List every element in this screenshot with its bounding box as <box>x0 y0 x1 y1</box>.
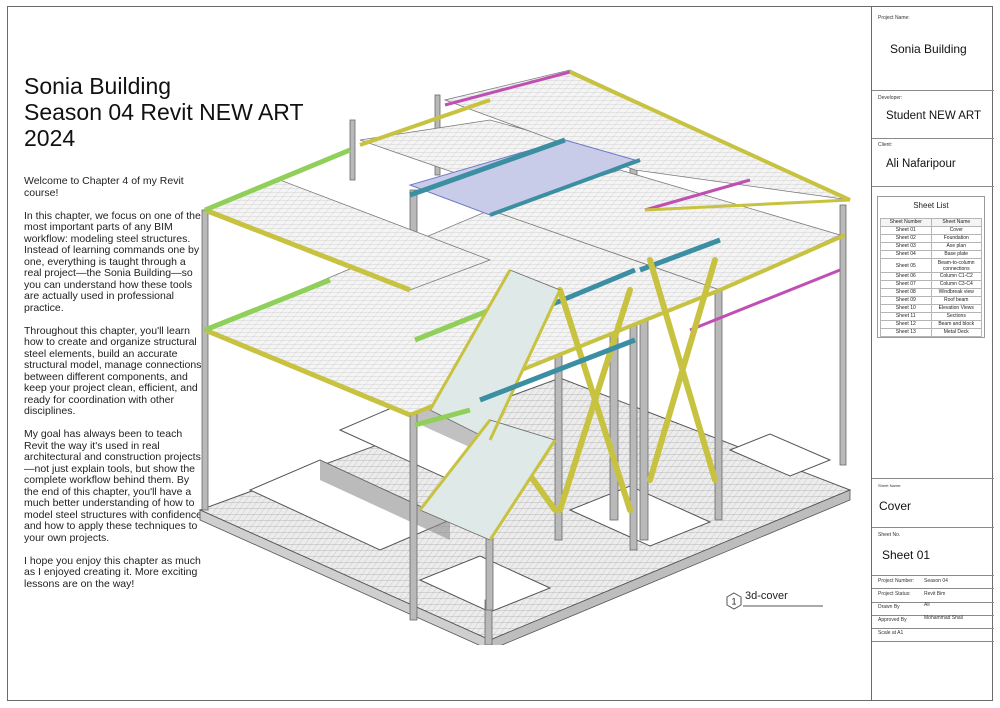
divider <box>872 628 994 629</box>
view-tag[interactable]: 1 3d-cover <box>726 590 823 615</box>
sheet-number: Sheet 12 <box>880 320 932 329</box>
paragraph: I hope you enjoy this chapter as much as… <box>24 554 201 590</box>
divider <box>872 478 994 479</box>
sheet-no: Sheet 01 <box>882 548 931 562</box>
field-value: Mohammad Shali <box>924 615 963 621</box>
table-row: Sheet 11 Sections <box>880 312 982 321</box>
table-row: Sheet 10 Elevation Views <box>880 304 982 313</box>
sheet-title: Base plate <box>930 250 982 259</box>
sheet-name: Cover <box>879 499 912 513</box>
sheet-list-title: Sheet List <box>913 201 949 210</box>
sheet-title: Foundation <box>930 234 982 243</box>
table-row: Sheet 06 Column C1-C2 <box>880 272 982 281</box>
sheet-number: Sheet 10 <box>880 304 932 313</box>
table-row: Sheet 12 Beam and block <box>880 320 982 329</box>
sheet-number: Sheet 02 <box>880 234 932 243</box>
divider <box>872 588 994 589</box>
view-underline <box>743 605 823 607</box>
project-name: Sonia Building <box>890 42 967 56</box>
divider <box>872 641 994 642</box>
paragraph: In this chapter, we focus on one of the … <box>24 209 201 314</box>
field-label: Approved By <box>878 617 907 623</box>
sheet-number: Sheet 11 <box>880 312 932 321</box>
client: Ali Nafaripour <box>886 158 956 170</box>
column-header: Sheet Name <box>930 218 982 227</box>
sheet-list-table: Sheet Number Sheet Name Sheet 01 Cover Sh… <box>880 218 982 337</box>
building-3d-view[interactable] <box>190 40 860 645</box>
sheet-number: Sheet 09 <box>880 296 932 305</box>
table-row: Sheet 05 Beam-to-column connections <box>880 258 982 273</box>
sheet-number: Sheet 08 <box>880 288 932 297</box>
sheet-name-label: Sheet Name: <box>878 483 902 488</box>
sheet-title: Beam-to-column connections <box>930 258 982 273</box>
table-row: Sheet 04 Base plate <box>880 250 982 259</box>
field-value: Season 04 <box>924 578 948 584</box>
sheet-number: Sheet 07 <box>880 280 932 289</box>
sheet-number: Sheet 06 <box>880 272 932 281</box>
sheet-title: Cover <box>930 226 982 235</box>
field-value: Revit Bim <box>924 591 946 597</box>
developer: Student NEW ART <box>886 110 982 122</box>
table-row: Sheet 03 Axe plan <box>880 242 982 251</box>
sheet-number: Sheet 05 <box>880 258 932 273</box>
divider <box>872 527 994 528</box>
sheet-title: Column C1-C2 <box>930 272 982 281</box>
table-row: Sheet 13 Metal Deck <box>880 328 982 337</box>
table-header-row: Sheet Number Sheet Name <box>880 218 982 227</box>
sheet-number: Sheet 03 <box>880 242 932 251</box>
table-row: Sheet 07 Column C3-C4 <box>880 280 982 289</box>
sheet-title: Beam and block <box>930 320 982 329</box>
title-block: Project Name: Sonia Building Developer: … <box>871 6 994 701</box>
column-header: Sheet Number <box>880 218 932 227</box>
developer-label: Developer: <box>878 95 903 101</box>
field-label: Scale at A1 <box>878 630 904 636</box>
divider <box>872 602 994 603</box>
table-row: Sheet 08 Windbreak view <box>880 288 982 297</box>
sheet-title: Sections <box>930 312 982 321</box>
sheet-number: Sheet 13 <box>880 328 932 337</box>
divider <box>872 186 994 187</box>
paragraph: Throughout this chapter, you'll learn ho… <box>24 324 202 417</box>
divider <box>872 575 994 576</box>
sheet-title: Roof beam <box>930 296 982 305</box>
sheet-number: Sheet 01 <box>880 226 932 235</box>
field-label: Project Status: <box>878 591 911 597</box>
view-number: 1 <box>731 597 736 607</box>
paragraph: Welcome to Chapter 4 of my Revit course! <box>24 175 184 199</box>
intro-text: Welcome to Chapter 4 of my Revit course!… <box>24 175 204 602</box>
sheet-no-label: Sheet No. <box>878 532 901 538</box>
sheet-title: Windbreak view <box>930 288 982 297</box>
client-label: Client: <box>878 142 893 148</box>
paragraph: My goal has always been to teach Revit t… <box>24 428 203 544</box>
sheet-title: Column C3-C4 <box>930 280 982 289</box>
divider <box>872 90 994 91</box>
sheet-title: Metal Deck <box>930 328 982 337</box>
sheet-title: Elevation Views <box>930 304 982 313</box>
table-row: Sheet 09 Roof beam <box>880 296 982 305</box>
sheet-list-schedule: Sheet List Sheet Number Sheet Name Sheet… <box>877 196 985 338</box>
project-name-label: Project Name: <box>878 15 910 21</box>
sheet-number: Sheet 04 <box>880 250 932 259</box>
table-row: Sheet 01 Cover <box>880 226 982 235</box>
sheet-title: Axe plan <box>930 242 982 251</box>
table-row: Sheet 02 Foundation <box>880 234 982 243</box>
field-value: Ali <box>924 602 930 608</box>
view-number-icon: 1 <box>726 592 742 610</box>
field-label: Drawn By <box>878 604 900 610</box>
field-label: Project Number: <box>878 578 915 584</box>
view-label: 3d-cover <box>745 590 788 602</box>
divider <box>872 138 994 139</box>
